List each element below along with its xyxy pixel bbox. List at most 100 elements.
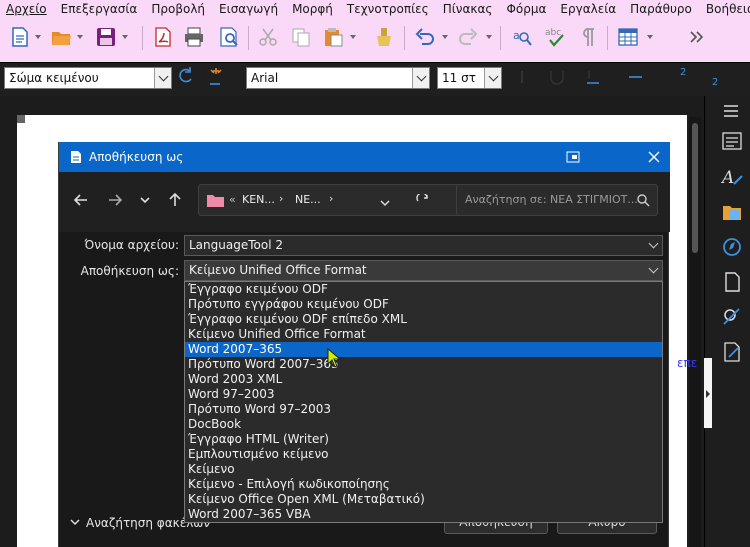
search-box[interactable]: Αναζήτηση σε: ΝΕΑ ΣΤΙΓΜΙΟΤ... (456, 184, 658, 216)
insert-table-icon[interactable] (617, 26, 639, 48)
undo-icon[interactable] (414, 26, 436, 48)
up-arrow-icon[interactable] (166, 191, 184, 209)
menu-form[interactable]: Φόρμα (499, 0, 553, 18)
styles-icon[interactable]: A (721, 166, 743, 188)
sidebar-collapse-handle[interactable] (704, 358, 712, 428)
file-type-option[interactable]: Κείμενο (185, 462, 662, 477)
export-pdf-icon[interactable] (152, 26, 174, 48)
paste-icon[interactable] (322, 26, 344, 48)
file-type-option[interactable]: Word 2007–365 (185, 342, 662, 357)
subscript-icon[interactable]: 2 (712, 77, 718, 88)
file-type-option[interactable]: Πρότυπο εγγράφου κειμένου ODF (185, 297, 662, 312)
manage-changes-icon[interactable] (721, 341, 743, 363)
forward-arrow-icon[interactable] (106, 191, 124, 209)
file-type-option[interactable]: Έγγραφο HTML (Writer) (185, 432, 662, 447)
spellcheck-icon[interactable]: abc (545, 26, 567, 48)
menu-insert[interactable]: Εισαγωγή (212, 0, 285, 18)
path-segment-2[interactable]: ΝΕ... (295, 193, 321, 206)
filename-input[interactable]: LanguageTool 2 (184, 235, 663, 256)
open-dropdown-arrow[interactable] (77, 35, 83, 39)
file-type-option[interactable]: Πρότυπο Word 2007–365 (185, 357, 662, 372)
save-icon[interactable] (95, 26, 117, 48)
update-style-icon[interactable] (206, 66, 226, 88)
menu-edit[interactable]: Επεξεργασία (54, 0, 145, 18)
menu-view[interactable]: Προβολή (144, 0, 212, 18)
toolbar-separator (142, 26, 143, 50)
chevron-down-icon[interactable] (412, 68, 429, 88)
paste-dropdown-arrow[interactable] (350, 35, 356, 39)
refresh-icon[interactable] (176, 66, 196, 88)
new-document-icon[interactable] (9, 26, 31, 48)
open-folder-icon[interactable] (50, 26, 72, 48)
vertical-scrollbar[interactable] (689, 117, 701, 547)
menu-styles[interactable]: Τεχνοτροπίες (340, 0, 436, 18)
close-icon[interactable] (648, 151, 660, 163)
undo-dropdown-arrow[interactable] (442, 35, 448, 39)
find-replace-icon[interactable]: a (511, 26, 533, 48)
path-overflow-chevron[interactable]: « (229, 193, 236, 206)
redo-icon[interactable] (457, 26, 479, 48)
file-type-option[interactable]: DocBook (185, 417, 662, 432)
menu-window[interactable]: Παράθυρο (623, 0, 699, 18)
new-dropdown-arrow[interactable] (35, 35, 41, 39)
chevron-down-icon[interactable] (154, 68, 171, 88)
underline-icon[interactable] (548, 69, 566, 85)
page-icon[interactable] (721, 271, 743, 293)
redo-dropdown-arrow[interactable] (486, 35, 492, 39)
file-type-option[interactable]: Εμπλουτισμένο κείμενο (185, 447, 662, 462)
file-type-option[interactable]: Κείμενο - Επιλογή κωδικοποίησης (185, 477, 662, 492)
more-icon[interactable] (686, 26, 708, 48)
file-type-option[interactable]: Έγγραφο κειμένου ODF επίπεδο XML (185, 312, 662, 327)
file-type-option[interactable]: Κείμενο Unified Office Format (185, 327, 662, 342)
clone-format-icon[interactable] (373, 26, 395, 48)
save-dropdown-arrow[interactable] (122, 35, 128, 39)
file-type-option[interactable]: Πρότυπο Word 97–2003 (185, 402, 662, 417)
menu-table[interactable]: Πίνακας (436, 0, 500, 18)
properties-icon[interactable] (721, 130, 743, 152)
refresh-icon[interactable] (416, 194, 430, 208)
chevron-down-icon[interactable] (484, 68, 501, 88)
search-icon[interactable] (637, 194, 650, 207)
save-as-type-select[interactable]: Κείμενο Unified Office Format (184, 260, 663, 281)
hamburger-menu-icon[interactable] (723, 100, 739, 122)
toolbar-separator (248, 26, 249, 50)
recent-locations-chevron-icon[interactable] (138, 191, 152, 209)
print-preview-icon[interactable] (218, 26, 240, 48)
navigator-icon[interactable] (721, 236, 743, 258)
strikethrough-line-icon[interactable] (626, 69, 644, 85)
file-type-option[interactable]: Word 97–2003 (185, 387, 662, 402)
print-icon[interactable] (183, 26, 205, 48)
formatting-marks-icon[interactable] (576, 26, 598, 48)
path-segment-1[interactable]: ΚΕΝ... (242, 193, 275, 206)
svg-text:a: a (513, 29, 520, 42)
style-inspector-icon[interactable] (721, 306, 743, 328)
paragraph-style-combo[interactable]: Σώμα κειμένου (4, 67, 172, 89)
menu-tools[interactable]: Εργαλεία (553, 0, 623, 18)
chevron-down-icon[interactable] (648, 263, 659, 274)
gallery-icon[interactable] (721, 201, 743, 223)
file-type-option[interactable]: Έγγραφο κειμένου ODF (185, 282, 662, 297)
formatting-toolbar: Σώμα κειμένου Arial 11 στ 2 2 (0, 62, 750, 96)
chevron-down-icon[interactable] (648, 238, 659, 249)
superscript-icon[interactable]: 2 (680, 67, 686, 78)
file-type-option[interactable]: Κείμενο Office Open XML (Μεταβατικό) (185, 492, 662, 507)
table-dropdown-arrow[interactable] (647, 35, 653, 39)
address-dropdown-chevron-icon[interactable] (379, 198, 391, 208)
chevron-down-icon (70, 519, 80, 526)
scrollbar-thumb[interactable] (692, 123, 698, 253)
menu-help[interactable]: Βοήθεια (699, 0, 750, 18)
font-size-combo[interactable]: 11 στ (437, 67, 502, 89)
bold-icon[interactable] (520, 69, 532, 85)
mouse-pointer-icon (327, 348, 341, 368)
menu-file[interactable]: Αρχείο (0, 0, 54, 18)
restore-window-icon[interactable] (566, 151, 580, 163)
strikethrough-icon[interactable] (584, 69, 602, 85)
file-type-option[interactable]: Word 2007–365 VBA (185, 507, 662, 522)
cut-icon[interactable] (257, 26, 279, 48)
file-type-dropdown-list[interactable]: Έγγραφο κειμένου ODF Πρότυπο εγγράφου κει… (184, 281, 663, 523)
menu-format[interactable]: Μορφή (285, 0, 340, 18)
file-type-option[interactable]: Word 2003 XML (185, 372, 662, 387)
copy-icon[interactable] (290, 26, 312, 48)
back-arrow-icon[interactable] (72, 191, 90, 209)
font-name-combo[interactable]: Arial (246, 67, 430, 89)
